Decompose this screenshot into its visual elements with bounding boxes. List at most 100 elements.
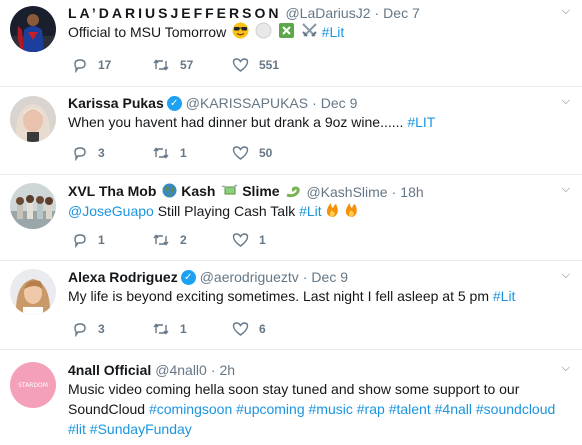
tweet-body-line: Music video coming hella soon stay tuned… <box>68 381 520 397</box>
like-button[interactable]: 1 <box>232 232 322 248</box>
heart-icon <box>232 322 249 336</box>
reply-button[interactable]: 3 <box>72 145 152 161</box>
tweet-header: Karissa Pukas ✓ @KARISSAPUKAS · Dec 9 <box>68 94 357 112</box>
tweet-actions: 1 2 1 <box>72 230 322 250</box>
display-name[interactable]: 4nall Official <box>68 361 151 379</box>
timestamp[interactable]: 2h <box>220 361 236 379</box>
like-count: 551 <box>259 58 280 72</box>
user-handle[interactable]: @KARISSAPUKAS <box>186 94 308 112</box>
reply-icon <box>74 323 86 337</box>
chevron-down-icon[interactable]: ⌵ <box>562 362 570 375</box>
tweet-body: SoundCloud <box>68 401 146 417</box>
reply-count: 3 <box>98 322 105 336</box>
user-handle[interactable]: @aerodrigueztv <box>200 268 299 286</box>
tweet-actions: 17 57 551 <box>72 55 322 75</box>
hashtag-link[interactable]: #upcoming <box>236 401 305 417</box>
avatar[interactable] <box>10 96 56 142</box>
avatar[interactable] <box>10 269 56 315</box>
user-handle[interactable]: @KashSlime <box>306 183 387 201</box>
timestamp[interactable]: Dec 7 <box>383 4 420 22</box>
display-name[interactable]: Karissa Pukas <box>68 94 164 112</box>
tweet-feed: LA’DARIUSJEFFERSON @LaDariusJ2 · Dec 7 ⌵… <box>0 0 582 445</box>
display-name[interactable]: XVL Tha Mob Kash Slime <box>68 182 302 202</box>
chevron-down-icon[interactable]: ⌵ <box>562 95 570 108</box>
like-count: 1 <box>259 233 266 247</box>
avatar-label: STARDOM <box>18 382 48 389</box>
tweet[interactable]: XVL Tha Mob Kash Slime @KashSlime · 18h … <box>0 175 582 261</box>
reply-button[interactable]: 3 <box>72 321 152 337</box>
mention-link[interactable]: @JoseGuapo <box>68 203 154 219</box>
separator-dot: · <box>312 95 317 111</box>
verified-badge-icon: ✓ <box>180 269 196 285</box>
hashtag-link[interactable]: #Lit <box>299 203 322 219</box>
user-handle[interactable]: @4nall0 <box>155 361 207 379</box>
reply-icon <box>74 234 86 248</box>
heart-icon <box>232 146 249 160</box>
chevron-down-icon[interactable]: ⌵ <box>562 269 570 282</box>
reply-button[interactable]: 17 <box>72 57 152 73</box>
avatar[interactable]: STARDOM <box>10 362 56 408</box>
heart-icon <box>232 233 249 247</box>
chevron-down-icon[interactable]: ⌵ <box>562 5 570 18</box>
retweet-count: 57 <box>180 58 194 72</box>
hashtag-link[interactable]: #soundcloud <box>476 401 555 417</box>
retweet-icon <box>153 234 169 246</box>
heart-icon <box>232 58 249 72</box>
tweet-text: Music video coming hella soon stay tuned… <box>68 379 568 439</box>
retweet-icon <box>153 147 169 159</box>
like-button[interactable]: 551 <box>232 57 322 73</box>
like-button[interactable]: 6 <box>232 321 322 337</box>
user-handle[interactable]: @LaDariusJ2 <box>285 4 370 22</box>
tweet[interactable]: Alexa Rodriguez ✓ @aerodrigueztv · Dec 9… <box>0 261 582 350</box>
hashtag-link[interactable]: #4nall <box>435 401 472 417</box>
reply-count: 3 <box>98 146 105 160</box>
chevron-down-icon[interactable]: ⌵ <box>562 183 570 196</box>
hashtag-link[interactable]: #lit <box>68 421 86 437</box>
retweet-button[interactable]: 1 <box>152 145 232 161</box>
fire-emoji-icon <box>343 201 360 223</box>
tweet-body: When you havent had dinner but drank a 9… <box>68 114 404 130</box>
tweet-header: 4nall Official @4nall0 · 2h <box>68 361 235 379</box>
snake-emoji-icon <box>285 183 302 202</box>
retweet-icon <box>153 323 169 335</box>
hashtag-link[interactable]: #SundayFunday <box>90 421 192 437</box>
tweet[interactable]: Karissa Pukas ✓ @KARISSAPUKAS · Dec 9 ⌵ … <box>0 87 582 175</box>
reply-count: 1 <box>98 233 105 247</box>
display-name-part: XVL Tha Mob <box>68 183 157 199</box>
hashtag-link[interactable]: #rap <box>357 401 385 417</box>
timestamp[interactable]: Dec 9 <box>311 268 348 286</box>
hashtag-link[interactable]: #comingsoon <box>149 401 232 417</box>
reply-count: 17 <box>98 58 112 72</box>
hashtag-link[interactable]: #music <box>309 401 353 417</box>
retweet-count: 2 <box>180 233 187 247</box>
hashtag-link[interactable]: #talent <box>389 401 431 417</box>
hashtag-link[interactable]: #Lit <box>322 24 345 40</box>
avatar[interactable] <box>10 6 56 52</box>
retweet-button[interactable]: 2 <box>152 232 232 248</box>
tweet-actions: 3 1 50 <box>72 143 322 163</box>
avatar[interactable] <box>10 183 56 229</box>
sunglasses-emoji-icon <box>232 22 249 44</box>
like-count: 50 <box>259 146 273 160</box>
timestamp[interactable]: Dec 9 <box>321 94 358 112</box>
hashtag-link[interactable]: #Lit <box>493 288 516 304</box>
tweet[interactable]: LA’DARIUSJEFFERSON @LaDariusJ2 · Dec 7 ⌵… <box>0 0 582 87</box>
tweet-body: My life is beyond exciting sometimes. La… <box>68 288 489 304</box>
retweet-count: 1 <box>180 146 187 160</box>
cross-mark-button-icon <box>278 22 295 44</box>
tweet[interactable]: STARDOM 4nall Official @4nall0 · 2h ⌵ Mu… <box>0 350 582 445</box>
display-name[interactable]: Alexa Rodriguez <box>68 268 178 286</box>
reply-button[interactable]: 1 <box>72 232 152 248</box>
tweet-header: Alexa Rodriguez ✓ @aerodrigueztv · Dec 9 <box>68 268 348 286</box>
display-name[interactable]: LA’DARIUSJEFFERSON <box>68 4 281 22</box>
separator-dot: · <box>391 183 397 200</box>
separator-dot: · <box>302 269 308 285</box>
timestamp[interactable]: 18h <box>400 183 423 201</box>
verified-badge-icon: ✓ <box>166 95 182 111</box>
retweet-button[interactable]: 1 <box>152 321 232 337</box>
tweet-header: XVL Tha Mob Kash Slime @KashSlime · 18h <box>68 182 424 202</box>
hashtag-link[interactable]: #LIT <box>407 114 435 130</box>
like-button[interactable]: 50 <box>232 145 322 161</box>
retweet-button[interactable]: 57 <box>152 57 232 73</box>
fire-emoji-icon <box>324 201 341 223</box>
